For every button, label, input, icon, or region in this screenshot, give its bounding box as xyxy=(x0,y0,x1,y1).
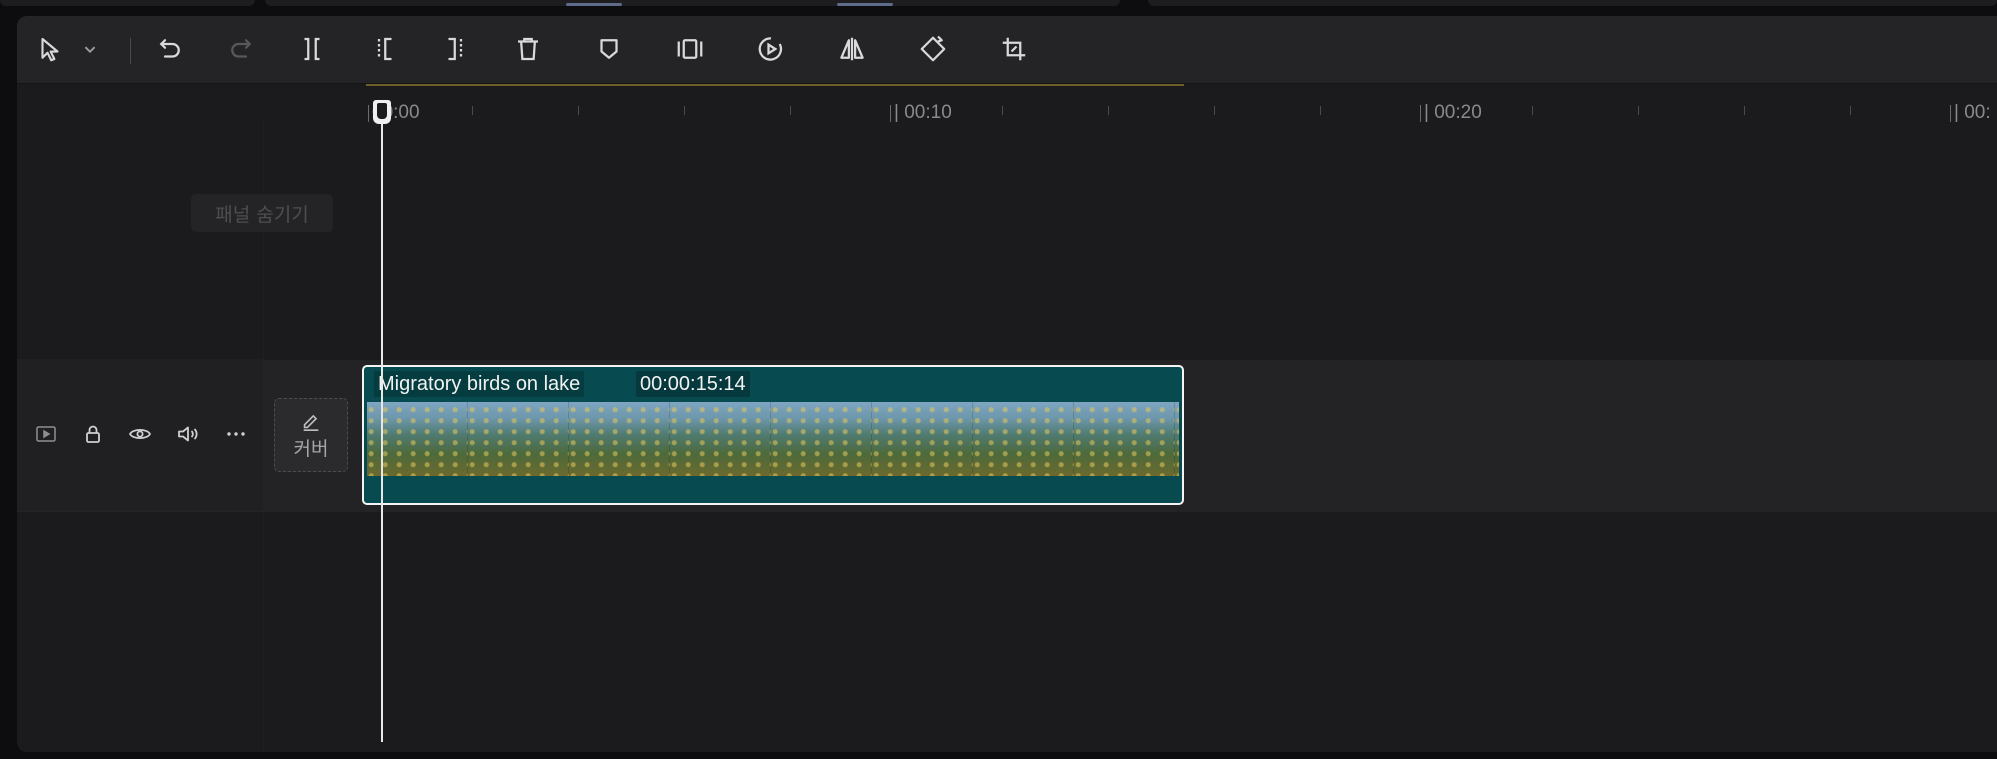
ruler-label-30: | 00: xyxy=(1950,102,1991,123)
rotate-icon[interactable] xyxy=(916,32,950,66)
trim-start-icon[interactable] xyxy=(367,32,401,66)
clip-thumbnails xyxy=(367,402,1179,476)
clip-thumbnail xyxy=(670,402,771,476)
trim-end-icon[interactable] xyxy=(439,32,473,66)
clip-title: Migratory birds on lake xyxy=(374,371,585,397)
ruler-label-20: | 00:20 xyxy=(1420,102,1482,123)
lock-icon[interactable] xyxy=(78,419,108,449)
window-top-strip xyxy=(0,0,1997,10)
clip-thumbnail xyxy=(973,402,1074,476)
track-controls xyxy=(17,359,263,511)
ruler-tick xyxy=(1108,106,1109,115)
redo-icon[interactable] xyxy=(224,32,258,66)
top-strip-pill xyxy=(566,3,622,6)
select-dropdown-icon[interactable] xyxy=(79,32,101,66)
clip-duration: 00:00:15:14 xyxy=(636,371,750,397)
cover-button[interactable]: 커버 xyxy=(274,398,348,472)
playhead-line[interactable] xyxy=(381,100,383,742)
ruler-label-10: | 00:10 xyxy=(890,102,952,123)
clip-left-handle[interactable] xyxy=(364,367,370,503)
marker-icon[interactable] xyxy=(592,32,626,66)
ruler-tick xyxy=(1532,106,1533,115)
hide-panel-button[interactable]: 패널 숨기기 xyxy=(191,194,333,232)
volume-icon[interactable] xyxy=(173,419,203,449)
delete-icon[interactable] xyxy=(511,32,545,66)
more-icon[interactable] xyxy=(221,419,251,449)
ruler-tick xyxy=(578,106,579,115)
top-strip-segment xyxy=(265,0,1120,6)
ruler-tick xyxy=(1214,106,1215,115)
clip-thumbnail xyxy=(872,402,973,476)
clip-thumbnail xyxy=(569,402,670,476)
freeze-frame-icon[interactable] xyxy=(673,32,707,66)
video-clip[interactable]: Migratory birds on lake 00:00:15:14 xyxy=(362,365,1184,505)
ruler-tick xyxy=(1850,106,1851,115)
select-tool-icon[interactable] xyxy=(33,32,67,66)
timeline-panel: 00:00 | 00:10 | 00:20 | 00: 패널 숨기기 커버 Mi… xyxy=(17,16,1997,752)
top-strip-segment xyxy=(1148,0,1997,6)
undo-icon[interactable] xyxy=(153,32,187,66)
top-strip-segment xyxy=(0,0,255,6)
edit-pencil-icon xyxy=(303,414,319,431)
clip-thumbnail xyxy=(468,402,569,476)
crop-icon[interactable] xyxy=(997,32,1031,66)
top-strip-pill xyxy=(837,3,893,6)
video-track-icon[interactable] xyxy=(31,419,61,449)
toolbar-separator xyxy=(130,38,131,64)
ruler-tick xyxy=(1002,106,1003,115)
timeline-toolbar xyxy=(17,16,1997,84)
eye-icon[interactable] xyxy=(125,419,155,449)
speed-icon[interactable] xyxy=(754,32,788,66)
clip-thumbnail xyxy=(1074,402,1175,476)
mirror-icon[interactable] xyxy=(835,32,869,66)
ruler-tick xyxy=(1320,106,1321,115)
clip-thumbnail xyxy=(771,402,872,476)
playhead-handle[interactable] xyxy=(373,100,391,124)
ruler-tick xyxy=(1744,106,1745,115)
split-icon[interactable] xyxy=(295,32,329,66)
timeline-ruler[interactable]: 00:00 | 00:10 | 00:20 | 00: xyxy=(17,84,1997,123)
cover-label: 커버 xyxy=(293,437,329,460)
ruler-tick xyxy=(1638,106,1639,115)
ruler-tick xyxy=(790,106,791,115)
ruler-tick xyxy=(684,106,685,115)
clip-right-handle[interactable] xyxy=(1176,367,1182,503)
ruler-tick xyxy=(472,106,473,115)
